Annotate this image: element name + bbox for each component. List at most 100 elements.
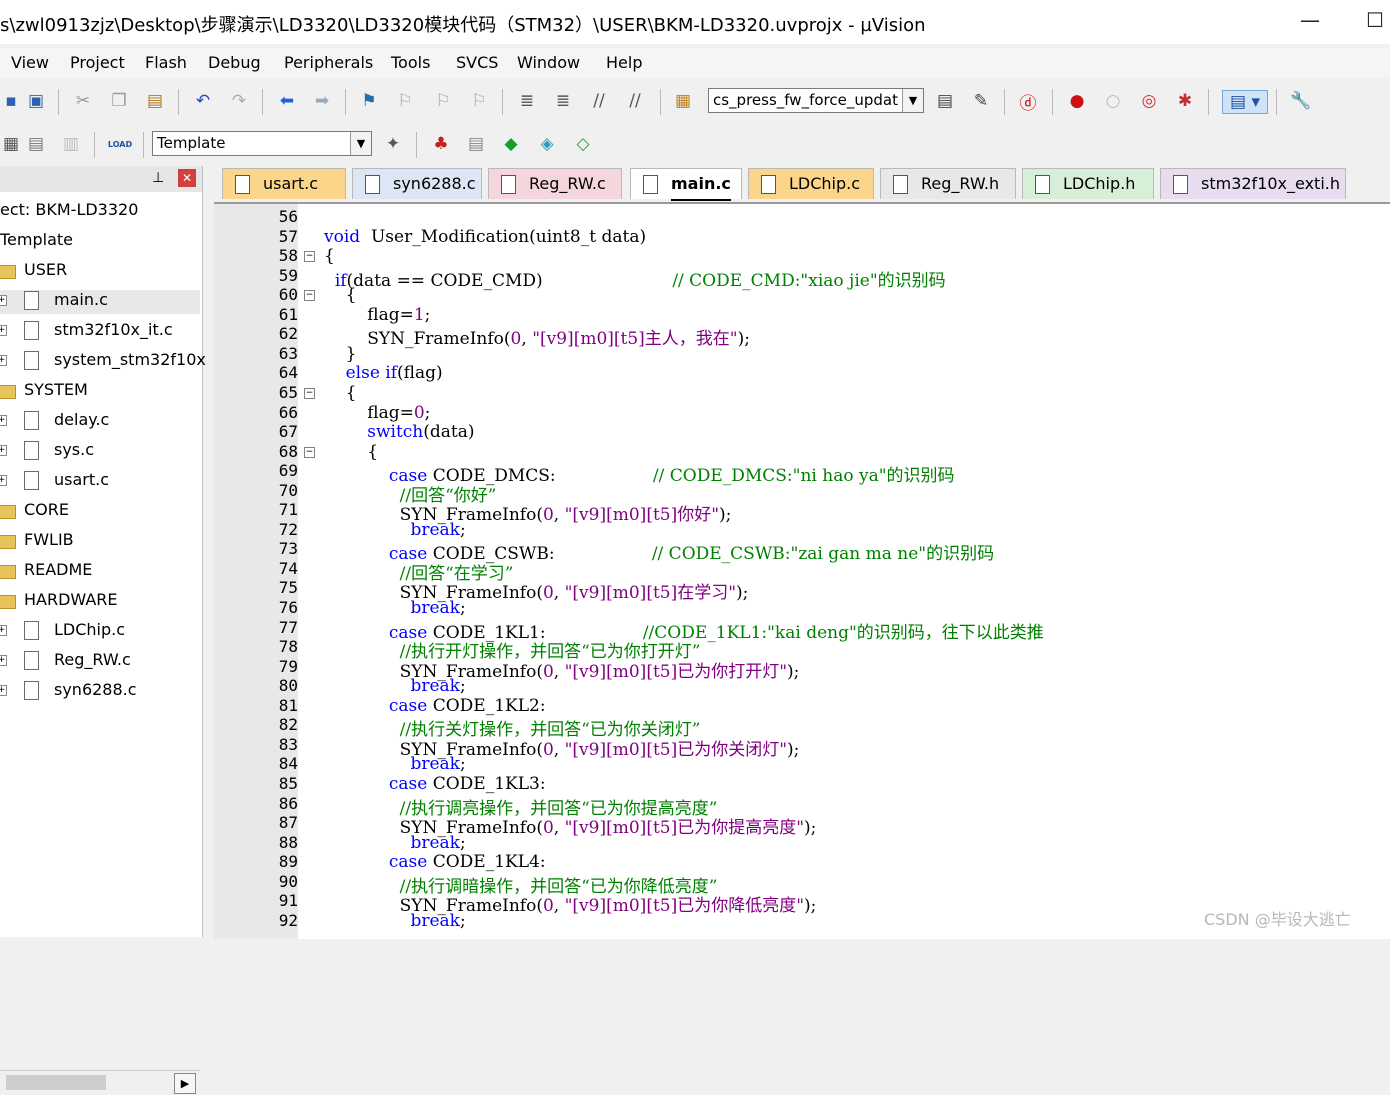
menu-help[interactable]: Help: [606, 53, 642, 72]
menu-project[interactable]: Project: [70, 53, 125, 72]
code-line[interactable]: case CODE_1KL4:: [324, 852, 546, 872]
maximize-button[interactable]: ☐: [1366, 8, 1384, 32]
project-group[interactable]: CORE: [0, 500, 200, 524]
build-icon[interactable]: ▤: [25, 133, 47, 155]
project-file[interactable]: + delay.c: [0, 410, 200, 434]
copy-icon[interactable]: ❐: [108, 90, 130, 112]
tab-reg-rw-c[interactable]: Reg_RW.c: [488, 168, 622, 199]
project-file[interactable]: + LDChip.c: [0, 620, 200, 644]
code-line[interactable]: break;: [324, 754, 465, 774]
code-line[interactable]: break;: [324, 676, 465, 696]
unindent-icon[interactable]: ≣: [552, 90, 574, 112]
target-select[interactable]: Template ▼: [152, 131, 372, 156]
code-line[interactable]: {: [324, 246, 335, 266]
code-line[interactable]: break;: [324, 911, 465, 931]
code-editor[interactable]: 56 57 void User_Modification(uint8_t data)…: [214, 202, 1390, 939]
code-line[interactable]: break;: [324, 598, 465, 618]
code-line[interactable]: flag=0;: [324, 403, 430, 423]
undo-icon[interactable]: ↶: [192, 90, 214, 112]
menu-tools[interactable]: Tools: [391, 53, 430, 72]
function-combo[interactable]: cs_press_fw_force_updat ▼: [708, 88, 924, 113]
uncomment-icon[interactable]: //: [624, 90, 646, 112]
code-line[interactable]: if(data == CODE_CMD) // CODE_CMD:"xiao j…: [324, 266, 946, 291]
project-group[interactable]: README: [0, 560, 200, 584]
scroll-right-icon[interactable]: ▶: [174, 1073, 196, 1094]
expand-icon[interactable]: +: [0, 685, 7, 696]
pack-installer-icon[interactable]: ◈: [536, 133, 558, 155]
project-file[interactable]: + Reg_RW.c: [0, 650, 200, 674]
close-icon[interactable]: ✕: [178, 169, 196, 187]
fold-toggle-icon[interactable]: −: [304, 446, 315, 458]
menu-window[interactable]: Window: [517, 53, 580, 72]
minimize-button[interactable]: —: [1300, 8, 1320, 32]
run-time-environment-icon[interactable]: ◇: [572, 133, 594, 155]
expand-icon[interactable]: +: [0, 355, 7, 366]
tab-ldchip-h[interactable]: LDChip.h: [1022, 168, 1154, 199]
code-line[interactable]: break;: [324, 833, 465, 853]
load-icon[interactable]: LOAD: [108, 133, 132, 155]
code-line[interactable]: {: [324, 285, 357, 305]
manage-components-icon[interactable]: ♣: [430, 133, 452, 155]
menu-view[interactable]: View: [11, 53, 49, 72]
fold-toggle-icon[interactable]: −: [304, 290, 315, 302]
pin-icon[interactable]: ⊥: [152, 170, 164, 186]
comment-icon[interactable]: //: [588, 90, 610, 112]
horizontal-scrollbar[interactable]: ▶: [0, 1070, 200, 1095]
menu-svcs[interactable]: SVCS: [456, 53, 498, 72]
chevron-down-icon[interactable]: ▼: [902, 89, 923, 112]
project-file[interactable]: + main.c: [0, 290, 200, 314]
disable-breakpoint-icon[interactable]: ○: [1102, 90, 1124, 112]
project-target[interactable]: Template: [0, 230, 73, 249]
project-file[interactable]: + syn6288.c: [0, 680, 200, 704]
expand-icon[interactable]: +: [0, 445, 7, 456]
project-group[interactable]: SYSTEM: [0, 380, 200, 404]
paste-icon[interactable]: ▤: [144, 90, 166, 112]
code-line[interactable]: case CODE_1KL3:: [324, 774, 546, 794]
code-line[interactable]: SYN_FrameInfo(0, "[v9][m0][t5]主人，我在");: [324, 324, 750, 349]
cut-icon[interactable]: ✂: [72, 90, 94, 112]
code-line[interactable]: flag=1;: [324, 305, 430, 325]
next-bookmark-icon[interactable]: ⚐: [432, 90, 454, 112]
translate-icon[interactable]: ▦: [0, 133, 22, 155]
code-line[interactable]: }: [324, 344, 357, 364]
find-in-files-icon[interactable]: ▦: [672, 90, 694, 112]
bookmark-icon[interactable]: ⚑: [358, 90, 380, 112]
code-line[interactable]: void User_Modification(uint8_t data): [324, 227, 646, 247]
manage-rte-icon[interactable]: ◆: [500, 133, 522, 155]
target-options-icon[interactable]: ✦: [382, 133, 404, 155]
menu-peripherals[interactable]: Peripherals: [284, 53, 373, 72]
rebuild-icon[interactable]: ▥: [60, 133, 82, 155]
fold-toggle-icon[interactable]: −: [304, 387, 315, 399]
scrollbar-thumb[interactable]: [6, 1075, 106, 1090]
project-title[interactable]: ect: BKM-LD3320: [0, 200, 138, 219]
project-group[interactable]: USER: [0, 260, 200, 284]
code-line[interactable]: break;: [324, 520, 465, 540]
project-group[interactable]: HARDWARE: [0, 590, 200, 614]
debug-session-icon[interactable]: ⓓ: [1017, 90, 1039, 114]
navigate-back-icon[interactable]: ⬅: [276, 90, 298, 112]
expand-icon[interactable]: +: [0, 325, 7, 336]
tab-main-c[interactable]: main.c: [630, 168, 742, 201]
project-file[interactable]: + system_stm32f10x: [0, 350, 206, 374]
select-packs-icon[interactable]: ▤: [465, 133, 487, 155]
configure-icon[interactable]: 🔧: [1290, 90, 1312, 112]
project-file[interactable]: + sys.c: [0, 440, 200, 464]
prev-bookmark-icon[interactable]: ⚐: [394, 90, 416, 112]
clear-bookmarks-icon[interactable]: ⚐: [468, 90, 490, 112]
project-file[interactable]: + usart.c: [0, 470, 200, 494]
navigate-forward-icon[interactable]: ➡: [311, 90, 333, 112]
tab-syn6288-c[interactable]: syn6288.c: [352, 168, 482, 199]
menu-flash[interactable]: Flash: [145, 53, 187, 72]
expand-icon[interactable]: +: [0, 415, 7, 426]
indent-icon[interactable]: ≣: [516, 90, 538, 112]
tab-ldchip-c[interactable]: LDChip.c: [748, 168, 874, 199]
code-line[interactable]: case CODE_1KL2:: [324, 696, 546, 716]
redo-icon[interactable]: ↷: [228, 90, 250, 112]
tab-reg-rw-h[interactable]: Reg_RW.h: [880, 168, 1016, 199]
code-line[interactable]: else if(flag): [324, 363, 443, 383]
save-icon[interactable]: ▪: [0, 90, 22, 112]
project-group[interactable]: FWLIB: [0, 530, 200, 554]
expand-icon[interactable]: +: [0, 295, 7, 306]
tab-stm32f10x-exti-h[interactable]: stm32f10x_exti.h: [1160, 168, 1346, 199]
find-icon[interactable]: ▤: [934, 90, 956, 112]
